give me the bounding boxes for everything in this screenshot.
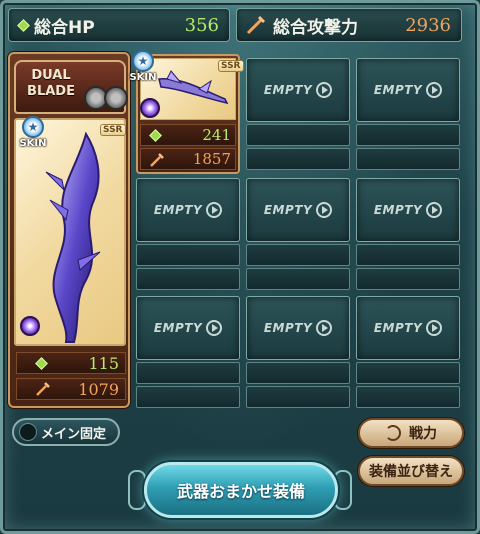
- hp-diamond-icon: [149, 129, 162, 142]
- skin-badge: ★ SKIN: [18, 116, 48, 149]
- skin-label: SKIN: [19, 138, 47, 149]
- empty-label: EMPTY: [373, 321, 423, 335]
- empty-label: EMPTY: [263, 83, 313, 97]
- empty-weapon-slot[interactable]: EMPTY: [136, 296, 240, 416]
- sub-weapon-card-1[interactable]: ★ SKIN SSR 241 1857: [129, 50, 244, 174]
- total-attack-label: 総合攻撃力: [273, 17, 358, 38]
- sword-icon: [150, 153, 164, 167]
- skin-label: SKIN: [129, 72, 157, 83]
- empty-weapon-slot[interactable]: EMPTY: [356, 178, 460, 298]
- main-weapon-atk: 1079: [78, 379, 119, 399]
- play-arrow-icon: [316, 320, 333, 336]
- weapon-type-label: DUAL BLADE: [27, 68, 75, 99]
- play-arrow-icon: [206, 320, 223, 336]
- hp-diamond-icon: [17, 18, 30, 32]
- rarity-badge: SSR: [218, 60, 244, 72]
- play-arrow-icon: [316, 202, 333, 218]
- main-weapon-hp-row: 115: [16, 352, 126, 374]
- empty-label: EMPTY: [263, 203, 313, 217]
- empty-label: EMPTY: [263, 321, 313, 335]
- main-weapon-hp: 115: [88, 353, 119, 373]
- main-lock-label: メイン固定: [41, 426, 107, 442]
- play-arrow-icon: [316, 82, 333, 98]
- play-arrow-icon: [426, 320, 443, 336]
- empty-weapon-slot[interactable]: EMPTY: [136, 178, 240, 298]
- element-orb-icon: [140, 98, 160, 118]
- main-weapon-art: [14, 118, 126, 346]
- auto-equip-label: 武器おまかせ装備: [176, 482, 305, 501]
- star-icon: ★: [22, 116, 44, 138]
- total-hp-value: 356: [184, 14, 219, 36]
- skin-badge: ★ SKIN: [128, 50, 158, 83]
- play-arrow-icon: [426, 202, 443, 218]
- auto-equip-button[interactable]: 武器おまかせ装備: [144, 462, 338, 518]
- sub-weapon-hp: 241: [202, 126, 231, 144]
- play-arrow-icon: [206, 202, 223, 218]
- total-hp-bar: 総合HP 356: [8, 8, 230, 42]
- total-attack-value: 2936: [405, 14, 451, 36]
- power-button[interactable]: 戦力: [358, 418, 464, 448]
- star-icon: ★: [132, 50, 154, 72]
- refresh-icon: [385, 425, 401, 441]
- sub-weapon-atk: 1857: [192, 150, 231, 168]
- sort-equipment-button[interactable]: 装備並び替え: [358, 456, 464, 486]
- sword-icon: [246, 15, 266, 35]
- element-orb-icon: [20, 316, 40, 336]
- total-hp-label: 総合HP: [34, 17, 95, 38]
- empty-weapon-slot[interactable]: EMPTY: [246, 178, 350, 298]
- main-lock-toggle[interactable]: メイン固定: [12, 418, 120, 446]
- skill-gear-icon: [104, 86, 128, 110]
- play-arrow-icon: [426, 82, 443, 98]
- empty-label: EMPTY: [153, 203, 203, 217]
- main-weapon-atk-row: 1079: [16, 378, 126, 400]
- sub-weapon-hp-row: 241: [140, 124, 236, 146]
- weapon-type-plate: DUAL BLADE: [14, 60, 128, 114]
- empty-weapon-slot[interactable]: EMPTY: [246, 296, 350, 416]
- sort-label: 装備並び替え: [369, 464, 453, 480]
- empty-label: EMPTY: [153, 321, 203, 335]
- main-weapon-card[interactable]: DUAL BLADE ★ SKIN SSR 115 1079: [8, 52, 130, 408]
- toggle-indicator: [19, 423, 37, 441]
- empty-weapon-slot[interactable]: EMPTY: [356, 296, 460, 416]
- empty-label: EMPTY: [373, 83, 423, 97]
- empty-weapon-slot[interactable]: EMPTY: [246, 58, 350, 178]
- hp-diamond-icon: [35, 356, 48, 370]
- empty-weapon-slot[interactable]: EMPTY: [356, 58, 460, 178]
- total-attack-bar: 総合攻撃力 2936: [236, 8, 462, 42]
- rarity-badge: SSR: [100, 124, 126, 136]
- sword-icon: [36, 382, 50, 396]
- dual-blade-weapon-image: [45, 131, 101, 343]
- sub-weapon-atk-row: 1857: [140, 148, 236, 170]
- empty-label: EMPTY: [373, 203, 423, 217]
- power-label: 戦力: [409, 426, 437, 442]
